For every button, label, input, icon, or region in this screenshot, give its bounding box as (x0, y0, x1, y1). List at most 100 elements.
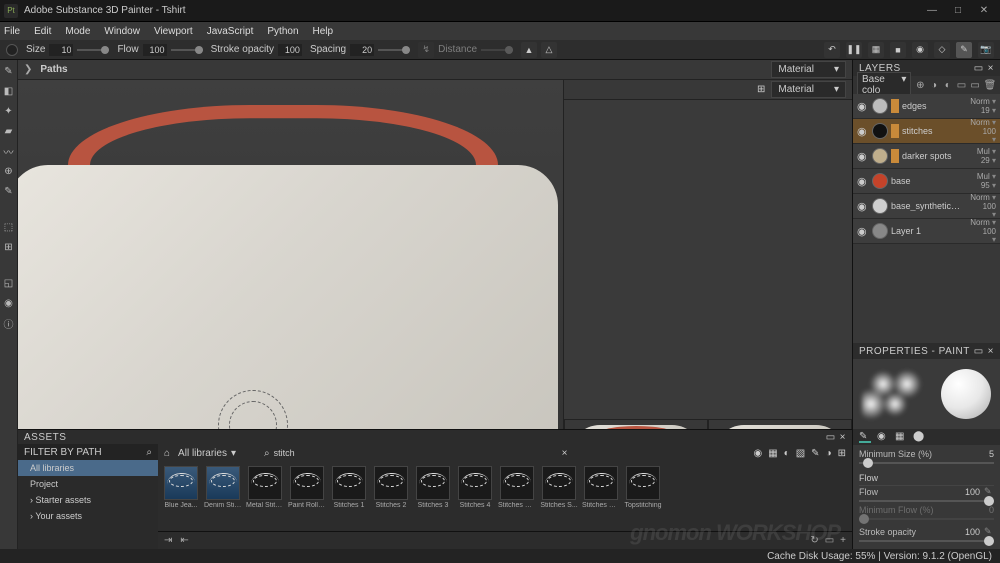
filter-brushes-icon[interactable]: ✎ (811, 448, 819, 459)
filter-alphas-icon[interactable]: ◐ (784, 448, 790, 459)
visibility-icon[interactable]: ◉ (857, 150, 869, 163)
menu-edit[interactable]: Edit (34, 26, 51, 37)
stencil-tab-icon[interactable]: ▦ (895, 431, 907, 443)
spacing-slider[interactable] (378, 49, 410, 51)
menu-viewport[interactable]: Viewport (154, 26, 193, 37)
eraser-tool[interactable]: ◧ (2, 84, 16, 98)
import-icon[interactable]: ⇥ (164, 535, 172, 546)
asset-path-item[interactable]: All libraries (18, 460, 158, 476)
undo-history-icon[interactable]: ↶ (824, 42, 840, 58)
visibility-icon[interactable]: ◉ (857, 200, 869, 213)
menu-javascript[interactable]: JavaScript (207, 26, 254, 37)
material-dropdown-2d[interactable]: Material▾ (771, 81, 846, 98)
size-slider[interactable] (77, 49, 109, 51)
panel-close-icon[interactable]: × (988, 63, 994, 74)
refresh-icon[interactable]: ↻ (810, 535, 818, 546)
clear-search-icon[interactable]: × (562, 448, 568, 459)
iray-icon[interactable]: ◉ (2, 296, 16, 310)
filter-smart-icon[interactable]: ▦ (768, 448, 777, 459)
asset-item[interactable]: Denim Stit... (204, 466, 242, 527)
layer-mask[interactable] (891, 99, 899, 113)
render-icon[interactable]: ◉ (912, 42, 928, 58)
visibility-icon[interactable]: ◉ (857, 100, 869, 113)
clone-tool[interactable]: ⊕ (2, 164, 16, 178)
pause-engine-icon[interactable]: ❚❚ (846, 42, 862, 58)
search-icon[interactable]: ⌕ (146, 447, 152, 458)
home-icon[interactable]: ⌂ (164, 448, 170, 459)
mirror-icon[interactable]: △ (541, 42, 557, 58)
pin-icon[interactable]: ▭ (825, 535, 834, 546)
min-flow-slider[interactable] (859, 518, 994, 520)
assets-breadcrumb[interactable]: All libraries▾ (178, 448, 236, 459)
menu-mode[interactable]: Mode (65, 26, 90, 37)
baking-icon[interactable]: ⬚ (2, 220, 16, 234)
asset-item[interactable]: Stitches S... (540, 466, 578, 527)
add-icon[interactable]: + (840, 535, 846, 546)
layout-icon[interactable]: ▦ (868, 42, 884, 58)
stencil-icon[interactable]: ◱ (2, 276, 16, 290)
expand-icon[interactable]: ❯ (24, 64, 32, 75)
view-grid-icon[interactable]: ⊞ (838, 448, 846, 459)
visibility-icon[interactable]: ◉ (857, 225, 869, 238)
layer-row[interactable]: ◉ base Mul ▾95 ▾ (853, 169, 1000, 194)
add-mask-icon[interactable]: ◐ (943, 79, 953, 91)
layer-thumb[interactable] (872, 223, 888, 239)
fill-tool[interactable]: ▰ (2, 124, 16, 138)
assets-search-input[interactable] (274, 448, 354, 458)
add-group-icon[interactable]: ▭ (957, 79, 967, 91)
material-tab-icon[interactable]: ⬤ (913, 431, 925, 443)
symmetry-icon[interactable]: ▲ (521, 42, 537, 58)
layer-row[interactable]: ◉ stitches Norm ▾100 ▾ (853, 119, 1000, 144)
2d-viewport[interactable] (564, 100, 852, 419)
min-size-slider[interactable] (859, 462, 994, 464)
screenshot-icon[interactable]: 📷 (978, 42, 994, 58)
asset-path-item[interactable]: Project (18, 476, 158, 492)
swatch-icon[interactable] (6, 44, 18, 56)
export-icon[interactable]: ⇤ (180, 535, 188, 546)
asset-item[interactable]: Topstitching (624, 466, 662, 527)
menu-file[interactable]: File (4, 26, 20, 37)
asset-item[interactable]: Stitches Str... (582, 466, 620, 527)
info-icon[interactable]: ⓘ (2, 316, 16, 330)
layer-row[interactable]: ◉ edges Norm ▾19 ▾ (853, 94, 1000, 119)
texture-set-icon[interactable]: ⊞ (2, 240, 16, 254)
material-dropdown[interactable]: Material▾ (771, 61, 846, 78)
panel-close-icon[interactable]: × (840, 432, 846, 443)
minimize-button[interactable]: — (920, 2, 944, 20)
brush-icon[interactable]: ✎ (956, 42, 972, 58)
paint-tool[interactable]: ✎ (2, 64, 16, 78)
menu-help[interactable]: Help (313, 26, 334, 37)
asset-path-item[interactable]: › Your assets (18, 508, 158, 524)
panel-menu-icon[interactable]: ▭ (826, 432, 836, 443)
asset-item[interactable]: Stitches 4 (456, 466, 494, 527)
menu-python[interactable]: Python (267, 26, 298, 37)
layer-row[interactable]: ◉ darker spots Mul ▾29 ▾ (853, 144, 1000, 169)
layer-thumb[interactable] (872, 123, 888, 139)
flow-input[interactable] (143, 44, 167, 56)
distance-slider[interactable] (481, 49, 513, 51)
stroke-opac-slider[interactable] (859, 540, 994, 542)
viewport-mode-icon[interactable]: ⊞ (757, 84, 765, 95)
add-effect-icon[interactable]: ◑ (929, 79, 939, 91)
layer-row[interactable]: ◉ base_synthetic_eco_lor_fr... Norm ▾100… (853, 194, 1000, 219)
close-button[interactable]: ✕ (972, 2, 996, 20)
panel-menu-icon[interactable]: ▭ (974, 346, 984, 357)
panel-menu-icon[interactable]: ▭ (974, 63, 984, 74)
filter-materials-icon[interactable]: ◉ (753, 448, 762, 459)
asset-item[interactable]: Stitches 2 (372, 466, 410, 527)
visibility-icon[interactable]: ◉ (857, 125, 869, 138)
camera-icon[interactable]: ■ (890, 42, 906, 58)
maximize-button[interactable]: □ (946, 2, 970, 20)
brush-tab-icon[interactable]: ✎ (859, 431, 871, 443)
picker-tool[interactable]: ✎ (2, 184, 16, 198)
asset-item[interactable]: Stitches 3 (414, 466, 452, 527)
delete-layer-icon[interactable]: 🗑 (984, 79, 996, 91)
layer-thumb[interactable] (872, 148, 888, 164)
size-input[interactable] (49, 44, 73, 56)
layer-row[interactable]: ◉ Layer 1 Norm ▾100 ▾ (853, 219, 1000, 244)
asset-item[interactable]: Blue Jea... (162, 466, 200, 527)
visibility-icon[interactable]: ◉ (857, 175, 869, 188)
layer-thumb[interactable] (872, 198, 888, 214)
projection-tool[interactable]: ✦ (2, 104, 16, 118)
menu-window[interactable]: Window (104, 26, 140, 37)
